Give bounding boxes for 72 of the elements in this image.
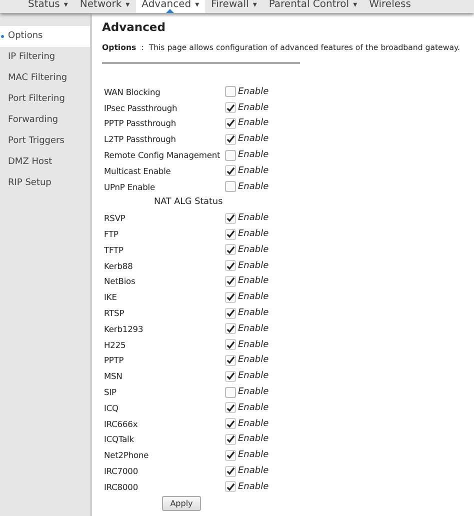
pointer-icon [166, 9, 174, 13]
option-label: Enable [238, 260, 269, 271]
setting-label: IKE [104, 292, 118, 302]
setting-label: TFTP [104, 244, 124, 255]
option-label: Enable [238, 229, 269, 240]
option-label: Enable [238, 434, 269, 444]
caret-icon: ▾ [195, 0, 200, 9]
checkbox[interactable] [225, 181, 236, 192]
setting-label: ICQ [104, 402, 120, 413]
checkbox[interactable] [225, 418, 236, 430]
option-label: Enable [238, 324, 269, 334]
option-label: Enable [238, 466, 269, 476]
sidebar-item[interactable]: Options [0, 26, 90, 47]
option-label: Enable [238, 402, 269, 413]
setting-label: H225 [104, 340, 127, 350]
sidebar-item[interactable]: Port Triggers [0, 131, 90, 152]
setting-label: Kerb1293 [104, 324, 144, 334]
setting-label: RTSP [104, 308, 126, 318]
option-label: Enable [238, 276, 269, 286]
setting-label: L2TP Passthrough [104, 134, 177, 144]
setting-label: FTP [104, 229, 120, 240]
setting-label: Kerb88 [104, 260, 134, 271]
setting-label: UPnP Enable [104, 182, 156, 192]
caret-icon: ▾ [64, 0, 68, 9]
checkbox[interactable] [225, 150, 236, 161]
apply-button[interactable]: Apply [162, 496, 201, 511]
caret-icon: ▾ [252, 0, 257, 9]
option-label: Enable [238, 150, 269, 160]
option-label: Enable [238, 244, 269, 255]
checkbox[interactable] [225, 386, 236, 398]
setting-label: Net2Phone [104, 450, 150, 460]
option-label: Enable [238, 371, 269, 382]
option-label: Enable [238, 482, 269, 492]
setting-label: ICQTalk [104, 434, 135, 444]
option-label: Enable [238, 387, 269, 398]
page-title: Advanced [102, 20, 166, 34]
caret-icon: ▾ [353, 0, 358, 9]
sidebar-item[interactable]: RIP Setup [0, 173, 90, 194]
option-label: Enable [238, 102, 269, 113]
option-label: Enable [238, 450, 269, 460]
setting-label: Remote Config Management [104, 150, 222, 160]
sidebar-item[interactable]: IP Filtering [0, 47, 90, 68]
setting-label: NetBios [104, 276, 136, 286]
setting-label: Multicast Enable [104, 166, 172, 176]
option-label: Enable [238, 213, 269, 224]
checkbox[interactable] [225, 86, 236, 98]
setting-label: IRC7000 [104, 466, 140, 476]
option-label: Enable [238, 182, 269, 192]
sidebar-item[interactable]: Forwarding [0, 110, 90, 131]
option-label: Enable [238, 134, 269, 144]
setting-label: RSVP [104, 213, 126, 224]
option-label: Enable [238, 308, 269, 318]
setting-label: PPTP [104, 355, 125, 366]
sidebar-item[interactable]: Port Filtering [0, 89, 90, 110]
option-label: Enable [238, 340, 269, 350]
setting-label: PPTP Passthrough [104, 118, 178, 128]
setting-label: MSN [104, 371, 124, 382]
setting-label: WAN Blocking [104, 86, 162, 97]
setting-label: IRC8000 [104, 482, 140, 492]
option-label: Enable [238, 166, 269, 176]
setting-label: SIP [104, 387, 118, 398]
option-label: Enable [238, 292, 269, 302]
caret-icon: ▾ [126, 0, 130, 9]
section-heading: NAT ALG Status [153, 196, 224, 209]
setting-label: IPsec Passthrough [104, 102, 178, 113]
sidebar-item[interactable]: MAC Filtering [0, 68, 90, 89]
setting-label: IRC666x [104, 418, 139, 429]
option-label: Enable [238, 418, 269, 429]
option-label: Enable [238, 355, 269, 366]
option-label: Enable [238, 118, 269, 128]
option-label: Enable [238, 86, 269, 97]
sidebar-item[interactable]: DMZ Host [0, 152, 90, 173]
